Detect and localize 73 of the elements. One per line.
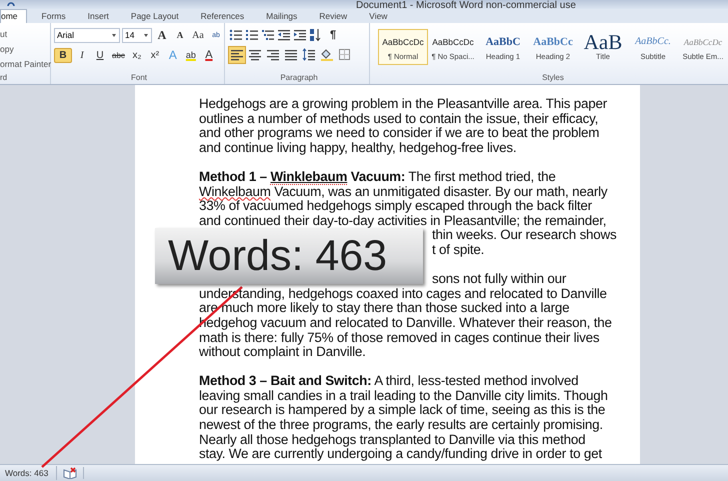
undo-icon[interactable] — [6, 1, 16, 9]
text-line: thin weeks. Our research shows — [432, 228, 618, 243]
strikethrough-button[interactable]: abc — [110, 48, 127, 62]
text-line: 33% of vacuumed hedgehogs simply escaped through the back filter — [199, 199, 592, 214]
line-spacing-icon[interactable] — [301, 47, 317, 63]
group-label: Font — [130, 72, 148, 84]
style-preview: AaB — [584, 32, 622, 52]
text-line: and continue living happy, healthy, hedgehog-free lives. — [199, 140, 518, 156]
style-preview: AaBbCcDc — [432, 36, 474, 49]
ribbon-tab[interactable]: ome — [0, 9, 27, 23]
decrease-indent-icon[interactable] — [277, 28, 291, 42]
ribbon-tab[interactable]: References — [190, 10, 256, 23]
text-line: Method 3 – Bait and Switch: A third, less-tested method involved — [199, 374, 580, 389]
numbered-list-icon[interactable] — [245, 28, 259, 42]
text-line: without complaint in Danville. — [199, 345, 367, 360]
paint-bucket-icon[interactable] — [319, 47, 335, 63]
text-line: newest of the three programs, the early results are certainly promising. — [199, 418, 604, 433]
group-label: Styles — [541, 72, 565, 84]
bold-button[interactable]: B — [54, 48, 72, 62]
text-line: and continued their day-to-day activities in Pleasantville; the remainder, — [199, 214, 608, 228]
clipboard-command[interactable]: ut — [0, 27, 50, 41]
text-line: Method 1 – Winklebaum Vacuum: The first method tried, the — [199, 170, 557, 185]
align-right-icon[interactable] — [265, 47, 281, 63]
font-name-field[interactable]: Arial — [54, 28, 120, 42]
book-icon[interactable] — [63, 467, 78, 479]
text-line: outlines a number of methods used to contain the issue, their efficacy, — [199, 112, 598, 126]
shrink-font-button[interactable]: A — [172, 28, 188, 42]
group-label: rd — [0, 72, 8, 84]
text-line: math is there: fully 75% of those removed in cages continue their lives — [199, 330, 600, 346]
text-line: leaving small candies in a trail leading to the Danville city limits. Though — [199, 388, 609, 404]
highlight-button[interactable]: ab — [182, 48, 199, 62]
style-preview: AaBbCc — [533, 35, 573, 50]
justify-icon[interactable] — [283, 47, 299, 63]
grow-font-button[interactable]: A — [154, 28, 170, 42]
ribbon-tab[interactable]: Mailings — [255, 10, 308, 23]
word-count[interactable]: Words: 463 — [0, 466, 58, 480]
text-line: t of spite. — [432, 242, 486, 258]
clipboard-command[interactable]: ormat Painter — [0, 57, 50, 71]
text-line: Hedgehogs are a growing problem in the Pleasantville area. This paper — [199, 97, 608, 112]
superscript-button[interactable]: x² — [146, 48, 163, 62]
style-preview: AaBbC — [486, 35, 520, 50]
style-preview: AaBbCc. — [635, 35, 671, 49]
align-center-icon[interactable] — [247, 47, 263, 63]
ribbon-tab[interactable]: Forms — [30, 10, 77, 23]
text-line: stay. We are currently undergoing a candy/funding drive in order to get — [199, 447, 603, 462]
ribbon-tab[interactable]: Review — [308, 10, 358, 23]
style-preview: AaBbCcDc — [684, 36, 722, 49]
align-left-icon[interactable] — [229, 47, 245, 63]
sort-icon[interactable] — [309, 28, 323, 42]
subscript-button[interactable]: x₂ — [128, 48, 145, 62]
italic-button[interactable]: I — [74, 48, 90, 62]
increase-indent-icon[interactable] — [293, 28, 307, 42]
font-color-button[interactable]: A — [200, 48, 217, 62]
text-line: Winkelbaum Vacuum, was an unmitigated disaster. By our math, nearly — [199, 184, 608, 200]
style-preview: AaBbCcDc — [382, 36, 424, 49]
change-case-button[interactable]: Aa — [190, 28, 206, 42]
ribbon-tab[interactable]: Page Layout — [120, 10, 190, 23]
text-line: Nearly all those hedgehogs transplanted to Danville via this method — [199, 432, 586, 448]
borders-icon[interactable] — [337, 47, 353, 63]
ribbon-tab[interactable]: Insert — [76, 10, 120, 23]
text-line: sons not fully within our — [432, 272, 568, 287]
clipboard-command[interactable]: opy — [0, 42, 50, 56]
text-line: our research is hampered by a simple lack of time, seeing as this is the — [199, 403, 606, 418]
multilevel-list-icon[interactable] — [261, 28, 275, 42]
window-title: Document1 - Microsoft Word non-commercial use — [356, 1, 576, 9]
font-size-field[interactable]: 14 — [122, 28, 152, 42]
underline-button[interactable]: U — [92, 48, 108, 62]
group-label: Paragraph — [279, 72, 319, 84]
text-line: and other programs we need to consider if we are to beat the problem — [199, 126, 600, 141]
word-count-callout: Words: 463 — [155, 228, 423, 284]
show-marks-button[interactable]: ¶ — [325, 28, 341, 42]
bullets-icon[interactable] — [229, 28, 243, 42]
ribbon-tab[interactable]: View — [358, 10, 398, 23]
